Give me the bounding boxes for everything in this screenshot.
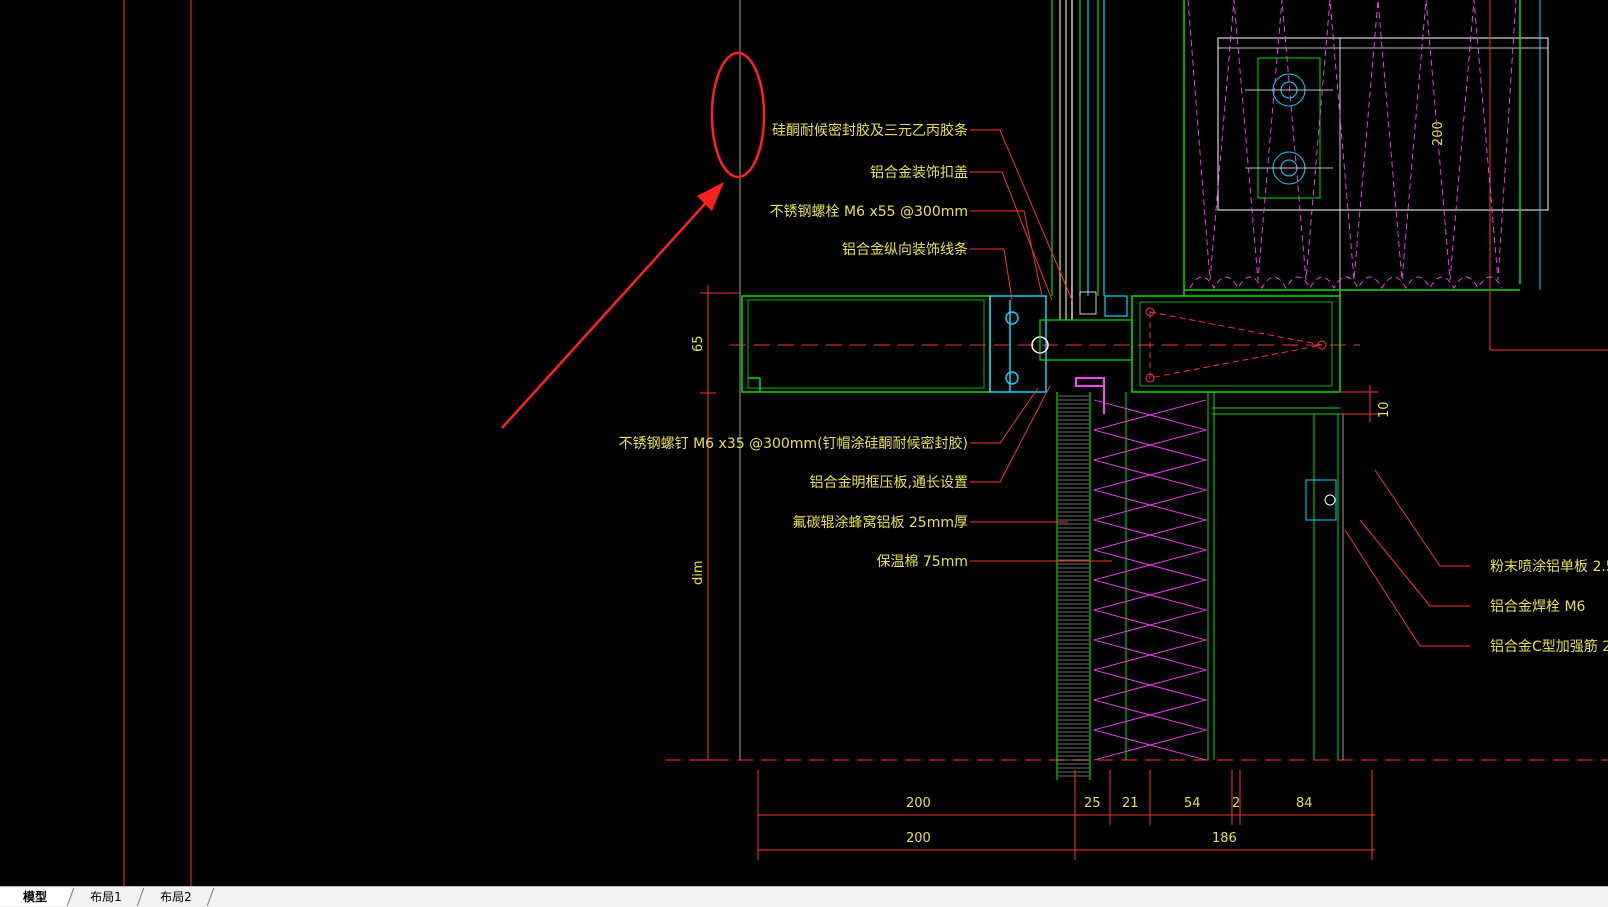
- bolted-bracket: [1183, 0, 1608, 351]
- dim-h-200-top: 200: [906, 796, 931, 811]
- dim-h-186: 186: [1212, 831, 1237, 846]
- markup-ellipse: [710, 51, 766, 179]
- drawing-canvas[interactable]: 65 dim 200 10 200 25 21 54 2 84 200 186 …: [0, 0, 1608, 886]
- dim-65: 65: [691, 335, 706, 352]
- label-decorative-cap: 铝合金装饰扣盖: [870, 165, 968, 181]
- markup-annotation: [501, 51, 766, 429]
- label-c-stiffener: 铝合金C型加强筋 25: [1490, 638, 1608, 655]
- dim-h-25: 25: [1084, 796, 1101, 811]
- label-aluminum-panel: 粉末喷涂铝单板 2.5m: [1490, 559, 1608, 575]
- markup-arrow-shaft: [501, 195, 713, 429]
- tab-layout-2[interactable]: 布局2: [142, 888, 210, 906]
- vertical-dimension: [700, 285, 740, 761]
- steel-tube-section: [1131, 295, 1341, 393]
- mullion-glazing: [1039, 0, 1133, 361]
- insulation-wool: [1075, 377, 1215, 761]
- aluminum-single-panel: [1212, 407, 1344, 760]
- layout-tab-bar: 模型 布局1 布局2: [0, 886, 1608, 907]
- label-weld-stud: 铝合金焊栓 M6: [1490, 599, 1586, 615]
- dim-h-200-bottom: 200: [906, 831, 931, 846]
- label-honeycomb-panel: 氟碳辊涂蜂窝铝板 25mm厚: [792, 514, 968, 531]
- label-insulation: 保温棉 75mm: [876, 553, 968, 570]
- tab-model[interactable]: 模型: [0, 888, 70, 906]
- honeycomb-hatch: [1058, 395, 1089, 777]
- label-sealant: 硅酮耐候密封胶及三元乙丙胶条: [772, 122, 968, 139]
- label-vertical-trim: 铝合金纵向装饰线条: [842, 241, 968, 258]
- tab-layout-1[interactable]: 布局1: [72, 888, 140, 906]
- dim-h-21: 21: [1122, 796, 1139, 811]
- dim-h-2: 2: [1232, 796, 1240, 811]
- dim-h-54: 54: [1184, 796, 1201, 811]
- dimension-10: [1340, 385, 1378, 422]
- aluminum-trim-profile: [741, 295, 1049, 393]
- horizontal-dimensions: [757, 770, 1375, 860]
- label-stainless-screw: 不锈钢螺钉 M6 x35 @300mm(钉帽涂硅酮耐候密封胶): [619, 435, 968, 452]
- upper-insulation-hatch: [1187, 0, 1517, 289]
- honeycomb-panel: [1056, 392, 1091, 780]
- label-pressure-plate: 铝合金明框压板,通长设置: [810, 475, 968, 491]
- dim-dim: dim: [691, 560, 706, 585]
- dim-h-84: 84: [1296, 796, 1313, 811]
- center-lines: [665, 344, 1608, 761]
- leader-lines: [970, 129, 1470, 647]
- label-stainless-bolt: 不锈钢螺栓 M6 x55 @300mm: [770, 204, 968, 220]
- dim-10: 10: [1377, 401, 1392, 418]
